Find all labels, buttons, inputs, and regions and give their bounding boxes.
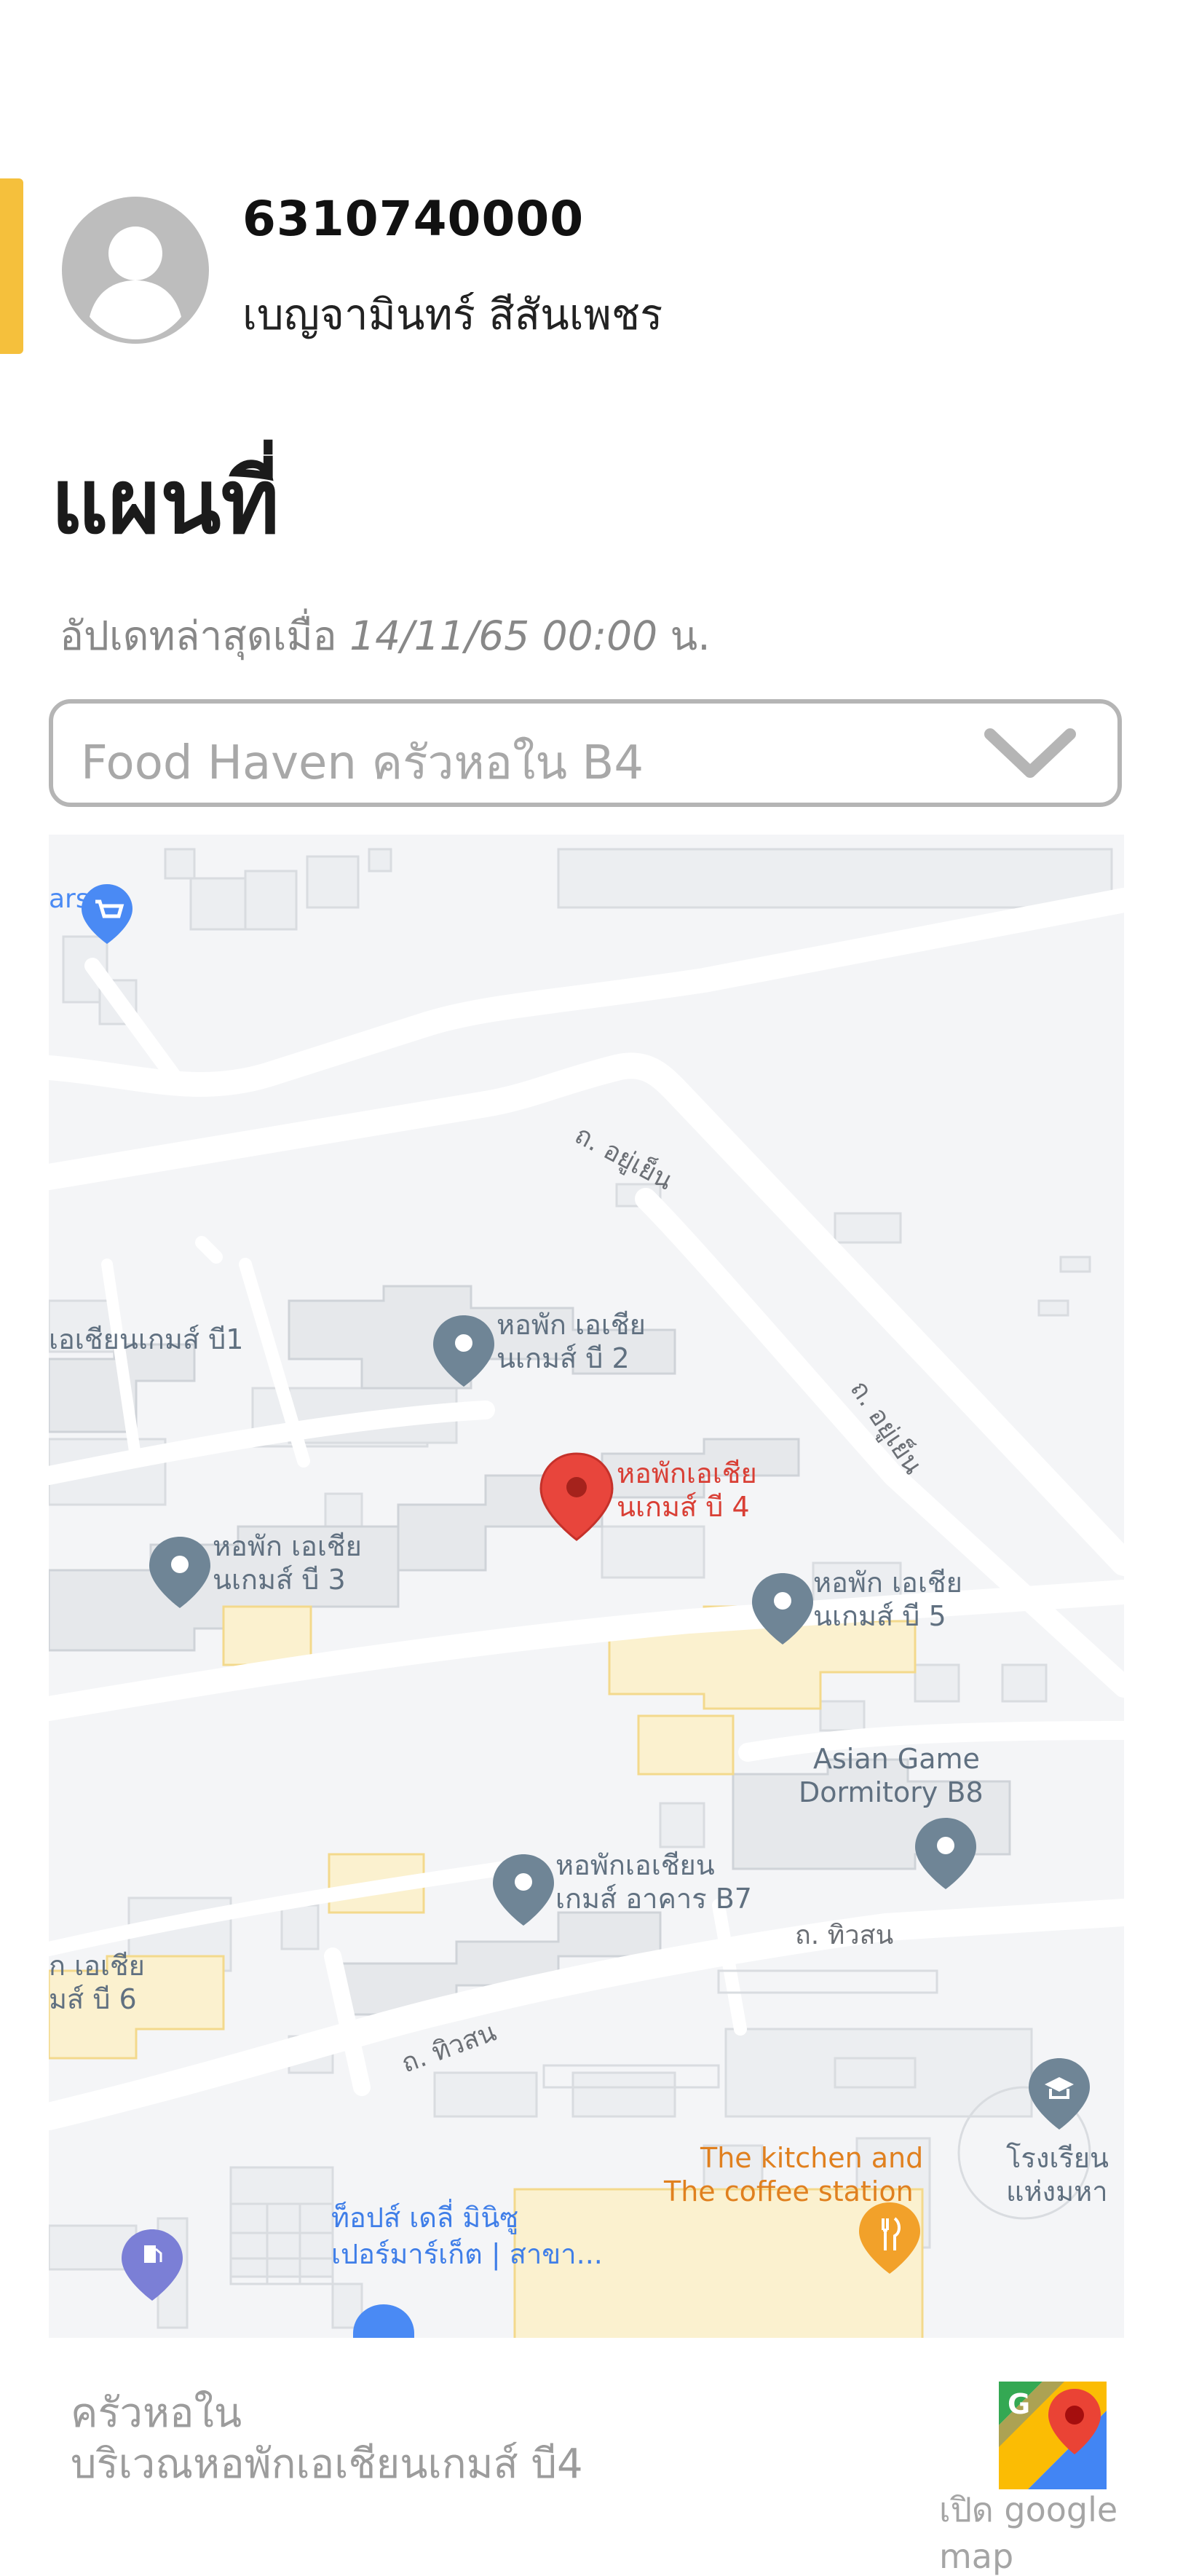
map-label-dorm-b5-line2[interactable]: นเกมส์ บี 5 [813, 1600, 946, 1632]
map-label-tops-line1[interactable]: ท็อปส์ เดลี่ มินิซู [331, 2199, 518, 2234]
map-label-dorm-b1[interactable]: เอเชียนเกมส์ บี1 [49, 1323, 243, 1355]
chevron-down-icon[interactable] [983, 725, 1077, 784]
map-label-b6-line1[interactable]: ัก เอเชีย [49, 1950, 145, 1982]
map-label-dorm-b4-line2[interactable]: นเกมส์ บี 4 [617, 1491, 750, 1523]
google-maps-icon[interactable]: G [999, 2382, 1107, 2489]
map-label-dorm-b2-line1[interactable]: หอพัก เอเชีย [496, 1309, 646, 1341]
map-view[interactable]: ถ. อยู่เย็น ถ. อยู่เย็น ถ. ทิวสน ถ. ทิวส… [49, 835, 1124, 2338]
map-label-shop: ars [49, 884, 90, 914]
map-label-dorm-b5-line1[interactable]: หอพัก เอเชีย [813, 1567, 962, 1599]
map-label-b6-line2[interactable]: มส์ บี 6 [49, 1983, 137, 2015]
student-name: เบญจามินทร์ สีสันเพชร [242, 290, 663, 339]
map-label-school-line1[interactable]: โรงเรียน [1006, 2142, 1109, 2174]
map-label-school-line2[interactable]: แห่งมหา [1006, 2175, 1108, 2207]
profile-accent-bar [0, 178, 23, 354]
map-label-kitchen-line2[interactable]: The coffee station [663, 2175, 914, 2207]
map-label-tops-line2[interactable]: เปอร์มาร์เก็ต | สาขา... [331, 2237, 603, 2271]
map-label-b7-line2[interactable]: เกมส์ อาคาร B7 [555, 1883, 752, 1915]
place-description: บริเวณหอพักเอเชียนเกมส์ บี4 [71, 2441, 583, 2488]
map-label-b8-line2[interactable]: Dormitory B8 [799, 1776, 984, 1808]
last-updated-label: อัปเดทล่าสุดเมื่อ [60, 613, 337, 659]
last-updated-suffix: น. [670, 613, 711, 659]
last-updated: อัปเดทล่าสุดเมื่อ 14/11/65 00:00 น. [60, 604, 711, 668]
student-id: 6310740000 [242, 191, 585, 247]
map-label-b7-line1[interactable]: หอพักเอเชียน [555, 1849, 715, 1881]
map-label-b8-line1[interactable]: Asian Game [813, 1743, 980, 1775]
map-label-dorm-b4-line1[interactable]: หอพักเอเชีย [617, 1457, 757, 1489]
page-title: แผนที่ [51, 450, 280, 554]
map-label-dorm-b3-line1[interactable]: หอพัก เอเชีย [213, 1530, 362, 1562]
svg-text:G: G [1008, 2388, 1030, 2420]
map-label-dorm-b2-line2[interactable]: นเกมส์ บี 2 [496, 1342, 630, 1374]
map-canvas[interactable]: ถ. อยู่เย็น ถ. อยู่เย็น ถ. ทิวสน ถ. ทิวส… [49, 835, 1124, 2338]
location-select[interactable]: Food Haven ครัวหอใน B4 [49, 699, 1122, 807]
avatar-icon [62, 197, 209, 344]
location-select-value: Food Haven ครัวหอใน B4 [81, 736, 644, 790]
road-label-thiwason-1: ถ. ทิวสน [795, 1921, 893, 1950]
map-label-kitchen-line1[interactable]: The kitchen and [700, 2142, 923, 2174]
last-updated-time: 14/11/65 00:00 [349, 613, 658, 659]
open-google-maps-link[interactable]: เปิด google map [939, 2484, 1183, 2576]
map-label-dorm-b3-line2[interactable]: นเกมส์ บี 3 [213, 1564, 346, 1596]
